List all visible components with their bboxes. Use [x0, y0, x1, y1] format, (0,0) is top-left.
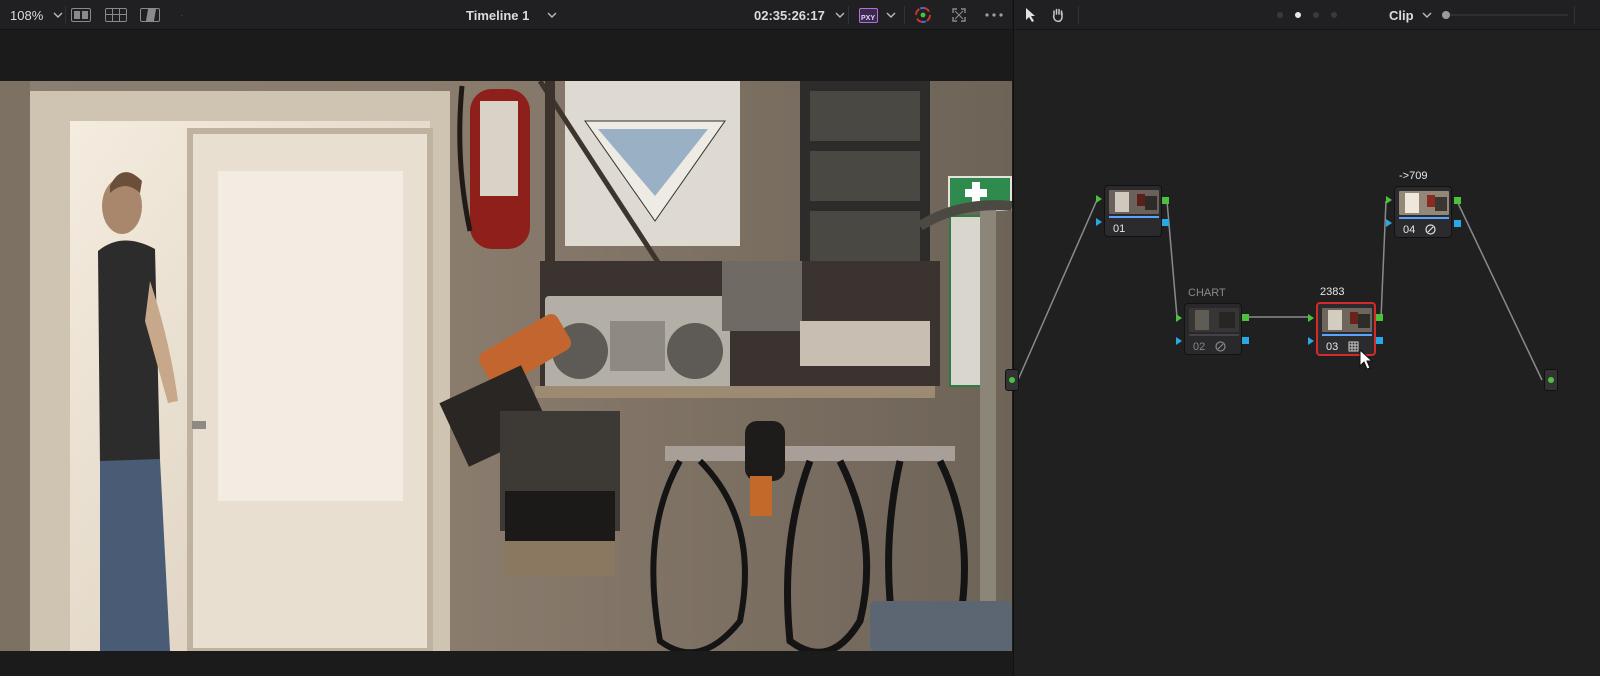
divider: [1574, 6, 1575, 24]
page-indicator-dot[interactable]: [1277, 12, 1283, 18]
page-indicator-dot[interactable]: [1331, 12, 1337, 18]
serial-node-04[interactable]: 04: [1394, 186, 1452, 238]
serial-node-02[interactable]: 02: [1184, 303, 1242, 355]
chevron-down-icon: [545, 8, 559, 22]
adjust-icon: [1425, 224, 1436, 235]
split-wipe-button[interactable]: [140, 0, 160, 30]
rgb-input-port[interactable]: [1176, 314, 1182, 322]
node-number: 03: [1326, 341, 1339, 353]
zoom-slider-track[interactable]: [1450, 14, 1568, 16]
viewer-toolbar: 108% · Timeline 1 02:35:26:17 PXY: [0, 0, 1012, 30]
grid-icon: [1348, 341, 1359, 352]
viewer-letterbox-bottom: [0, 651, 1012, 676]
chevron-down-icon: [1420, 8, 1434, 22]
input-connector: [1009, 377, 1015, 383]
node-connections: [1017, 199, 1543, 381]
grid-layout-icon: [105, 8, 127, 22]
serial-node-03[interactable]: 03: [1316, 302, 1376, 356]
chevron-down-icon: [884, 8, 898, 22]
key-input-port[interactable]: [1386, 219, 1392, 227]
proxy-icon: PXY: [859, 7, 878, 23]
node-mode-dropdown[interactable]: Clip: [1389, 0, 1434, 30]
node-label: 2383: [1320, 286, 1345, 298]
adjust-icon: [1215, 341, 1226, 352]
node-status-bar: [1322, 334, 1372, 336]
source-input-node[interactable]: [1005, 369, 1019, 391]
timeline-name: Timeline 1: [466, 7, 530, 23]
node-thumbnail: [1189, 308, 1239, 332]
timecode-dropdown[interactable]: 02:35:26:17: [754, 0, 847, 30]
more-options-button[interactable]: [984, 0, 1004, 30]
zoom-slider-handle[interactable]: [1442, 11, 1450, 19]
rgb-output-port[interactable]: [1162, 197, 1169, 204]
cursor-arrow-icon: [1026, 8, 1035, 22]
node-mode-label: Clip: [1389, 7, 1414, 23]
wipe-layout-icon: [140, 8, 160, 22]
node-graph-canvas[interactable]: 01 CHART 02 2383 03 ->709 04: [1005, 31, 1600, 676]
more-icon: [985, 13, 1003, 17]
node-toolbar: Clip: [1014, 0, 1600, 30]
node-thumbnail: [1109, 190, 1159, 214]
rgb-input-port[interactable]: [1386, 196, 1392, 204]
key-input-port[interactable]: [1096, 218, 1102, 226]
chevron-down-icon: [51, 8, 65, 22]
node-status-bar: [1109, 216, 1159, 218]
rgb-output-port[interactable]: [1454, 197, 1461, 204]
hand-tool-button[interactable]: [1050, 0, 1066, 30]
hand-icon: [1052, 8, 1063, 23]
node-status-bar: [1189, 334, 1239, 336]
color-wheel-icon: [915, 7, 931, 23]
key-output-port[interactable]: [1454, 220, 1461, 227]
fullscreen-button[interactable]: [952, 0, 966, 30]
page-indicator-dot[interactable]: [1313, 12, 1319, 18]
single-viewer-button[interactable]: [71, 0, 91, 30]
viewer-letterbox-top: [0, 31, 1012, 81]
key-input-port[interactable]: [1308, 337, 1314, 345]
node-number: 02: [1193, 341, 1206, 353]
timecode-value: 02:35:26:17: [754, 7, 825, 23]
proxy-button[interactable]: PXY: [859, 0, 898, 30]
chevron-down-icon: [833, 8, 847, 22]
divider: [904, 6, 905, 24]
rgb-output-port[interactable]: [1242, 314, 1249, 321]
divider: [1078, 6, 1079, 24]
expand-icon: [952, 8, 966, 22]
viewer-panel: 108% · Timeline 1 02:35:26:17 PXY: [0, 0, 1012, 676]
timeline-dropdown[interactable]: Timeline 1: [466, 0, 559, 30]
key-output-port[interactable]: [1376, 337, 1383, 344]
node-number: 04: [1403, 224, 1416, 236]
node-thumbnail: [1322, 308, 1372, 332]
zoom-dropdown[interactable]: 108%: [10, 0, 65, 30]
node-label: ->709: [1399, 170, 1428, 182]
node-status-bar: [1399, 217, 1449, 219]
toolbar-spacer-dot: ·: [180, 9, 184, 21]
key-output-port[interactable]: [1242, 337, 1249, 344]
rgb-input-port[interactable]: [1308, 314, 1314, 322]
serial-node-01[interactable]: 01: [1104, 185, 1162, 237]
output-connector: [1548, 377, 1554, 383]
rgb-output-port[interactable]: [1376, 314, 1383, 321]
output-node[interactable]: [1544, 369, 1558, 391]
divider: [848, 6, 849, 24]
node-number: 01: [1113, 223, 1126, 235]
single-layout-icon: [71, 8, 91, 22]
key-input-port[interactable]: [1176, 337, 1182, 345]
divider: [65, 6, 66, 24]
workshop-scene-image: [0, 81, 1012, 651]
node-editor-panel: Clip 01 CHART 02 2383 03 ->709 04: [1005, 0, 1600, 676]
key-output-port[interactable]: [1162, 219, 1169, 226]
gallery-view-button[interactable]: [105, 0, 127, 30]
color-wheel-button[interactable]: [914, 0, 932, 30]
zoom-value: 108%: [10, 7, 44, 23]
mouse-cursor-icon: [1359, 349, 1374, 370]
node-label: CHART: [1188, 287, 1226, 299]
page-indicator-dot-active[interactable]: [1295, 12, 1301, 18]
rgb-input-port[interactable]: [1096, 195, 1102, 203]
video-frame[interactable]: [0, 81, 1012, 651]
pointer-tool-button[interactable]: [1024, 0, 1038, 30]
node-thumbnail: [1399, 191, 1449, 215]
